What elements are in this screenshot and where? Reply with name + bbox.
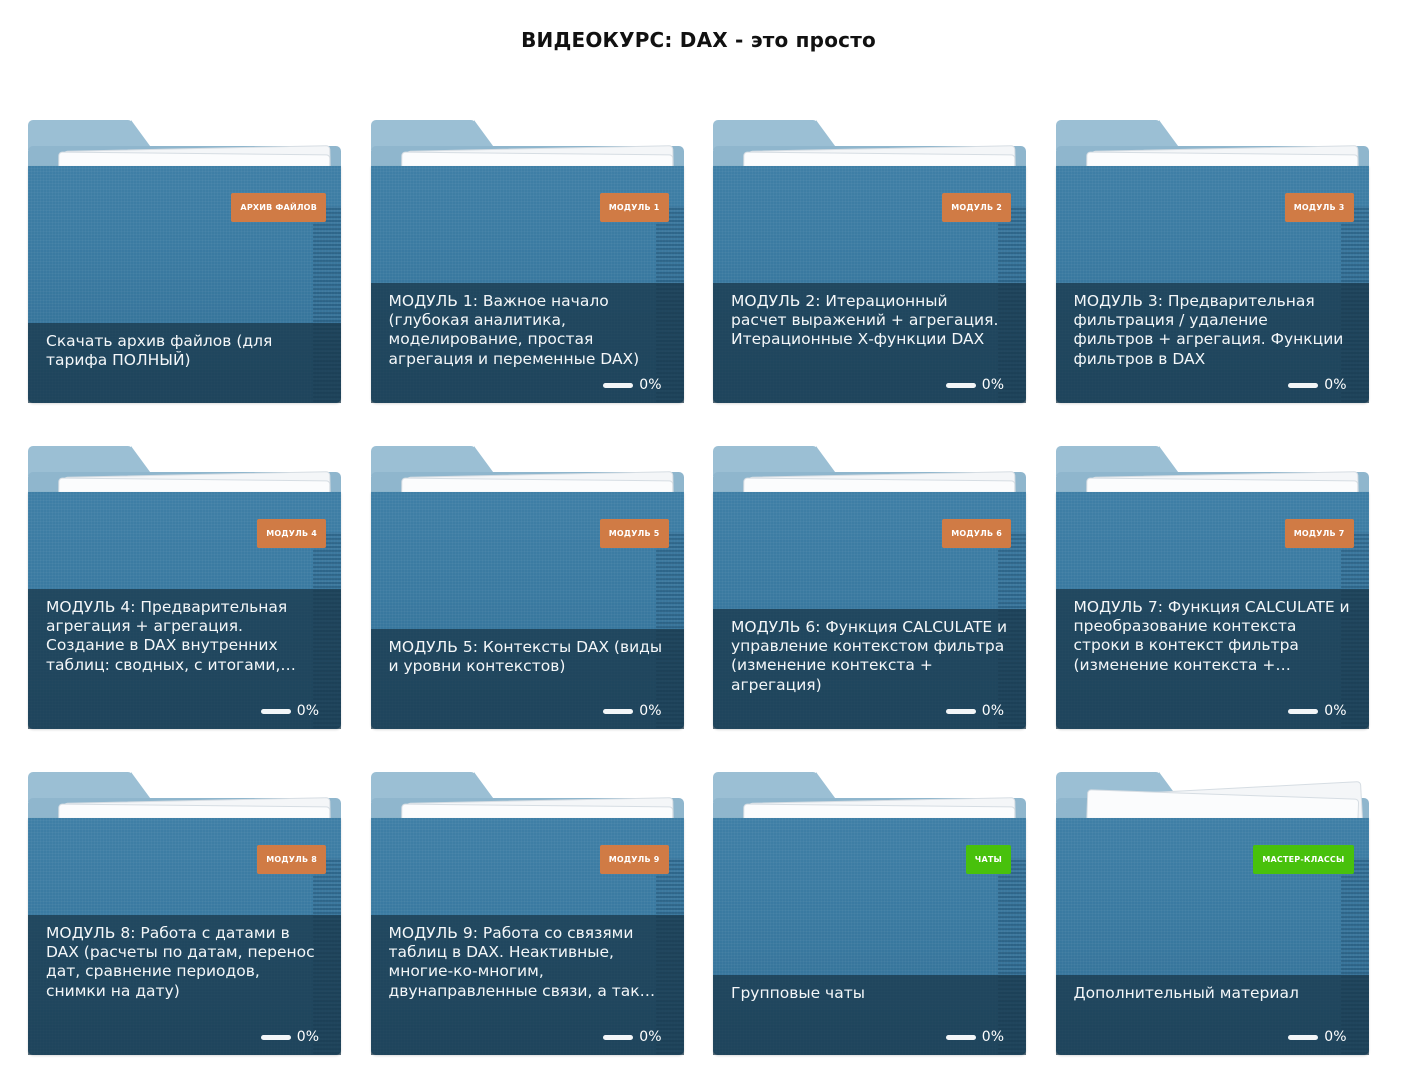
card-badge: МАСТЕР-КЛАССЫ bbox=[1253, 845, 1354, 874]
card-badge: МОДУЛЬ 4 bbox=[257, 519, 326, 548]
progress-indicator: 0% bbox=[945, 377, 1004, 393]
card-title: МОДУЛЬ 2: Итерационный расчет выражений … bbox=[731, 292, 999, 349]
card-badge: МОДУЛЬ 8 bbox=[257, 845, 326, 874]
progress-bar bbox=[603, 1034, 634, 1040]
module-card[interactable]: МОДУЛЬ 8 МОДУЛЬ 8: Работа с датами в DAX … bbox=[28, 772, 341, 1055]
card-badge: МОДУЛЬ 2 bbox=[942, 193, 1011, 222]
card-title: Групповые чаты bbox=[731, 984, 865, 1002]
progress-label: 0% bbox=[639, 377, 662, 393]
module-card[interactable]: ЧАТЫ Групповые чаты 0% bbox=[713, 772, 1026, 1055]
progress-label: 0% bbox=[981, 703, 1004, 719]
page-title: ВИДЕОКУРС: DAX - это просто bbox=[521, 28, 876, 52]
progress-indicator: 0% bbox=[260, 703, 319, 719]
progress-indicator: 0% bbox=[945, 1029, 1004, 1045]
card-title: МОДУЛЬ 7: Функция CALCULATE и преобразов… bbox=[1073, 598, 1350, 674]
card-badge: АРХИВ ФАЙЛОВ bbox=[231, 193, 326, 222]
progress-indicator: 0% bbox=[603, 703, 662, 719]
module-grid: АРХИВ ФАЙЛОВ Скачать архив файлов (для та… bbox=[28, 120, 1369, 1055]
card-badge: МОДУЛЬ 9 bbox=[599, 845, 669, 874]
card-title: МОДУЛЬ 1: Важное начало (глубокая аналит… bbox=[388, 292, 640, 368]
progress-bar bbox=[945, 708, 976, 714]
progress-indicator: 0% bbox=[1288, 377, 1347, 393]
card-badge: МОДУЛЬ 1 bbox=[599, 193, 669, 222]
module-card[interactable]: МОДУЛЬ 7 МОДУЛЬ 7: Функция CALCULATE и пр… bbox=[1055, 446, 1369, 729]
module-card[interactable]: МОДУЛЬ 3 МОДУЛЬ 3: Предварительная фильтр… bbox=[1055, 120, 1369, 403]
card-title: Скачать архив файлов (для тарифа ПОЛНЫЙ) bbox=[46, 332, 273, 370]
progress-label: 0% bbox=[639, 1029, 662, 1045]
module-card[interactable]: АРХИВ ФАЙЛОВ Скачать архив файлов (для та… bbox=[28, 120, 341, 403]
progress-label: 0% bbox=[639, 703, 662, 719]
progress-bar bbox=[260, 1034, 291, 1040]
module-card[interactable]: МАСТЕР-КЛАССЫ Дополнительный материал 0% bbox=[1055, 772, 1369, 1055]
progress-label: 0% bbox=[1324, 703, 1347, 719]
progress-indicator: 0% bbox=[603, 1029, 662, 1045]
progress-bar bbox=[603, 382, 634, 388]
card-badge: ЧАТЫ bbox=[965, 845, 1011, 874]
progress-indicator: 0% bbox=[1288, 703, 1347, 719]
progress-bar bbox=[945, 1034, 976, 1040]
module-card[interactable]: МОДУЛЬ 4 МОДУЛЬ 4: Предварительная агрега… bbox=[28, 446, 341, 729]
progress-bar bbox=[1288, 708, 1319, 714]
progress-indicator: 0% bbox=[260, 1029, 319, 1045]
module-card[interactable]: МОДУЛЬ 5 МОДУЛЬ 5: Контексты DAX (виды и … bbox=[370, 446, 684, 729]
progress-label: 0% bbox=[296, 1029, 319, 1045]
progress-label: 0% bbox=[1324, 1029, 1347, 1045]
progress-indicator: 0% bbox=[945, 703, 1004, 719]
card-badge: МОДУЛЬ 5 bbox=[599, 519, 669, 548]
card-caption: Скачать архив файлов (для тарифа ПОЛНЫЙ) bbox=[28, 323, 341, 403]
progress-label: 0% bbox=[981, 377, 1004, 393]
progress-bar bbox=[603, 708, 634, 714]
progress-label: 0% bbox=[296, 703, 319, 719]
progress-bar bbox=[260, 708, 291, 714]
module-card[interactable]: МОДУЛЬ 6 МОДУЛЬ 6: Функция CALCULATE и уп… bbox=[713, 446, 1026, 729]
card-title: МОДУЛЬ 9: Работа со связями таблиц в DAX… bbox=[388, 924, 664, 1000]
module-card[interactable]: МОДУЛЬ 1 МОДУЛЬ 1: Важное начало (глубока… bbox=[370, 120, 684, 403]
card-title: МОДУЛЬ 6: Функция CALCULATE и управление… bbox=[731, 618, 1008, 694]
card-title: МОДУЛЬ 3: Предварительная фильтрация / у… bbox=[1073, 292, 1344, 368]
progress-bar bbox=[1288, 1034, 1319, 1040]
card-title: МОДУЛЬ 4: Предварительная агрегация + аг… bbox=[46, 598, 288, 674]
progress-bar bbox=[1288, 382, 1319, 388]
module-card[interactable]: МОДУЛЬ 9 МОДУЛЬ 9: Работа со связями табл… bbox=[370, 772, 684, 1055]
progress-indicator: 0% bbox=[1288, 1029, 1347, 1045]
course-page: ВИДЕОКУРС: DAX - это просто АРХИВ ФАЙЛОВ… bbox=[0, 0, 1409, 1075]
progress-label: 0% bbox=[981, 1029, 1004, 1045]
progress-bar bbox=[945, 382, 976, 388]
progress-indicator: 0% bbox=[603, 377, 662, 393]
card-title: МОДУЛЬ 5: Контексты DAX (виды и уровни к… bbox=[388, 638, 663, 676]
card-title: МОДУЛЬ 8: Работа с датами в DAX (расчеты… bbox=[46, 924, 315, 1000]
progress-label: 0% bbox=[1324, 377, 1347, 393]
card-badge: МОДУЛЬ 3 bbox=[1284, 193, 1354, 222]
module-card[interactable]: МОДУЛЬ 2 МОДУЛЬ 2: Итерационный расчет вы… bbox=[713, 120, 1026, 403]
card-badge: МОДУЛЬ 6 bbox=[942, 519, 1011, 548]
card-title: Дополнительный материал bbox=[1073, 984, 1299, 1002]
card-badge: МОДУЛЬ 7 bbox=[1284, 519, 1354, 548]
